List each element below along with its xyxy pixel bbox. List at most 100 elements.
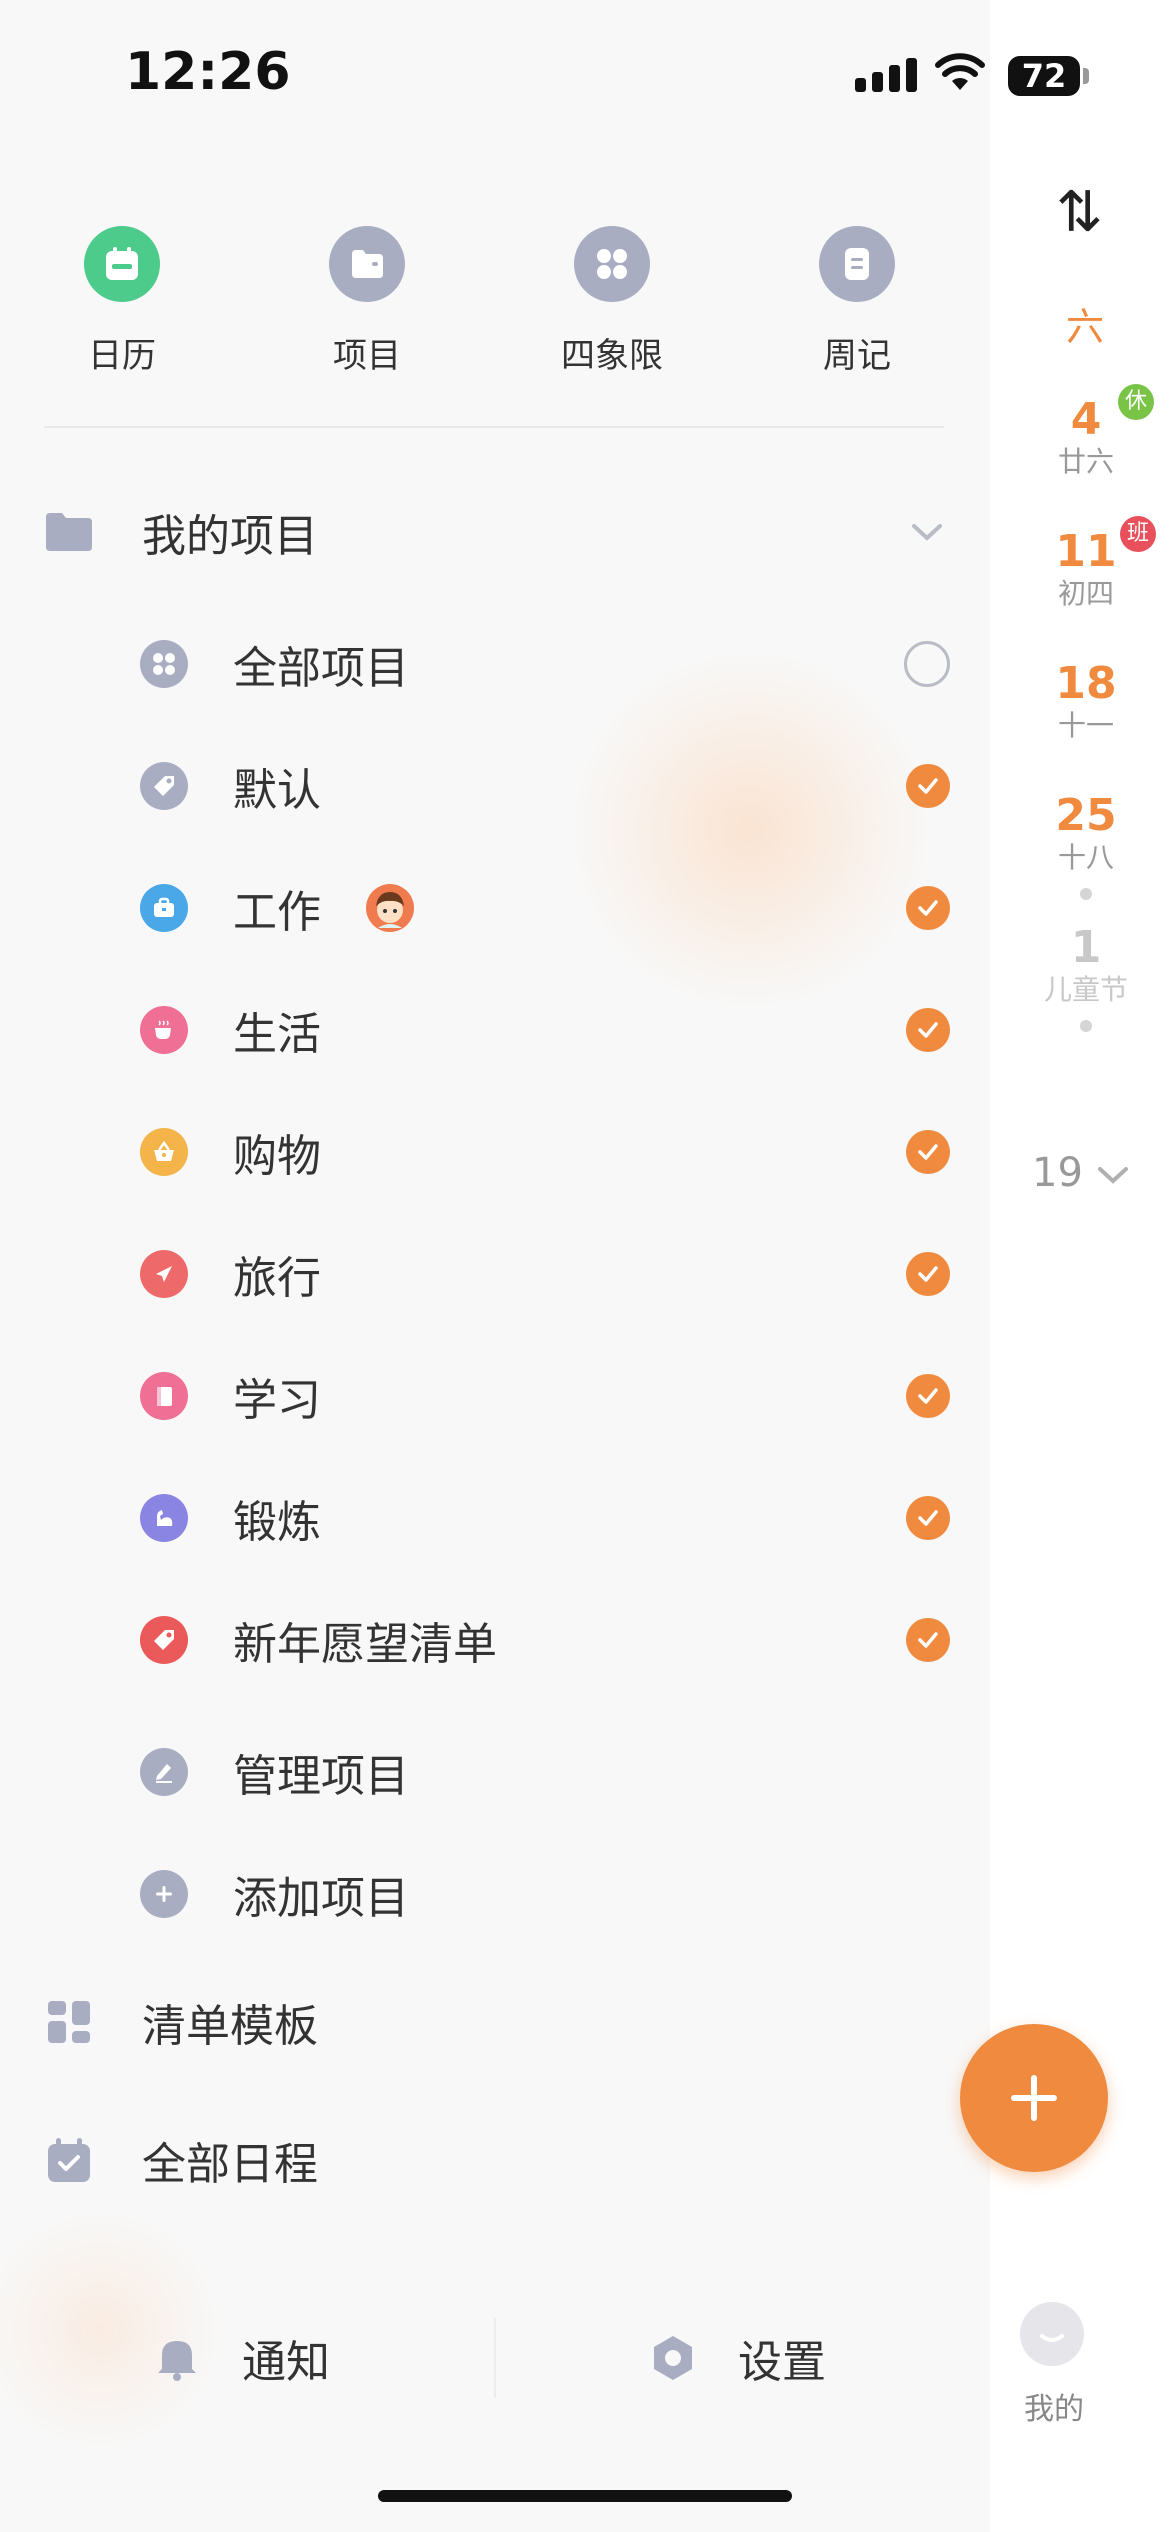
settings-label: 设置 xyxy=(738,2337,826,2388)
edit-icon xyxy=(140,1748,188,1796)
profile-label[interactable]: 我的 xyxy=(1020,2384,1088,2428)
workday-badge: 班 xyxy=(1120,516,1156,552)
project-label: 工作 xyxy=(233,887,321,938)
project-label: 学习 xyxy=(233,1375,321,1426)
folder-icon xyxy=(44,507,94,557)
shortcut-quadrant[interactable]: 四象限 xyxy=(532,226,692,377)
note-icon xyxy=(819,226,895,302)
muscle-icon xyxy=(140,1494,188,1542)
check-icon[interactable] xyxy=(906,764,950,808)
folder-icon xyxy=(329,226,405,302)
project-item-travel[interactable]: 旅行 xyxy=(140,1234,950,1314)
shortcut-calendar[interactable]: 日历 xyxy=(42,226,202,377)
day-number: 18 xyxy=(1055,658,1117,709)
calendar-check-icon xyxy=(44,2135,94,2185)
project-item-life[interactable]: 生活 xyxy=(140,990,950,1070)
project-label: 锻炼 xyxy=(233,1497,321,1548)
manage-projects-button[interactable]: 管理项目 xyxy=(140,1732,950,1812)
lunar-date: 廿六 xyxy=(1057,445,1114,478)
check-icon[interactable] xyxy=(906,1618,950,1662)
lunar-date: 初四 xyxy=(1057,577,1114,610)
template-grid-icon xyxy=(44,1997,94,2047)
wifi-icon xyxy=(935,53,985,90)
list-templates-row[interactable]: 清单模板 xyxy=(44,1982,944,2062)
divider xyxy=(494,2318,496,2398)
shortcut-projects[interactable]: 项目 xyxy=(287,226,447,377)
shortcut-label: 日历 xyxy=(88,336,156,376)
drawer-bottom-bar: 通知 设置 xyxy=(0,2318,990,2398)
chevron-down-icon[interactable] xyxy=(910,520,944,544)
gear-icon xyxy=(654,2336,692,2380)
calendar-icon xyxy=(84,226,160,302)
settings-button[interactable]: 设置 xyxy=(648,2318,826,2398)
my-projects-title: 我的项目 xyxy=(142,511,318,562)
project-item-default[interactable]: 默认 xyxy=(140,746,950,826)
holiday-badge: 休 xyxy=(1118,384,1154,420)
weekday-label: 六 xyxy=(1065,305,1104,349)
project-label: 生活 xyxy=(233,1009,321,1060)
sort-icon[interactable]: ⇅ xyxy=(1056,180,1103,245)
divider xyxy=(44,426,944,428)
calendar-day[interactable]: 1 儿童节 xyxy=(1036,922,1136,1006)
project-label: 默认 xyxy=(233,765,321,816)
project-label: 添加项目 xyxy=(233,1873,409,1924)
calendar-day[interactable]: 18 十一 xyxy=(1036,658,1136,742)
status-time: 12:26 xyxy=(125,42,291,102)
project-label: 购物 xyxy=(233,1131,321,1182)
project-item-shopping[interactable]: 购物 xyxy=(140,1112,950,1192)
list-templates-label: 清单模板 xyxy=(142,2001,318,2052)
add-button[interactable] xyxy=(960,2024,1108,2172)
notifications-label: 通知 xyxy=(242,2337,330,2388)
project-item-exercise[interactable]: 锻炼 xyxy=(140,1478,950,1558)
book-icon xyxy=(140,1372,188,1420)
check-icon[interactable] xyxy=(906,1374,950,1418)
briefcase-icon xyxy=(140,884,188,932)
event-dot xyxy=(1080,1020,1092,1032)
project-label: 全部项目 xyxy=(233,643,409,694)
all-schedule-label: 全部日程 xyxy=(142,2139,318,2190)
day-number: 25 xyxy=(1055,790,1117,841)
project-item-all[interactable]: 全部项目 xyxy=(140,624,950,704)
unchecked-circle-icon[interactable] xyxy=(904,641,950,687)
calendar-day[interactable]: 25 十八 xyxy=(1036,790,1136,874)
project-label: 新年愿望清单 xyxy=(233,1619,497,1670)
home-indicator xyxy=(378,2490,792,2502)
project-item-work[interactable]: 工作 xyxy=(140,868,950,948)
chevron-down-icon xyxy=(1097,1167,1128,1184)
quadrant-icon xyxy=(574,226,650,302)
shortcut-label: 四象限 xyxy=(561,336,663,376)
tag-icon xyxy=(140,1616,188,1664)
project-label: 旅行 xyxy=(233,1253,321,1304)
lunar-date: 十一 xyxy=(1057,709,1114,742)
week-number-selector[interactable]: 19 xyxy=(1032,1150,1130,1196)
battery-tip xyxy=(1083,68,1089,84)
grid-icon xyxy=(140,640,188,688)
week-number: 19 xyxy=(1032,1150,1083,1196)
profile-avatar[interactable] xyxy=(1020,2302,1084,2366)
my-projects-header[interactable]: 我的项目 xyxy=(44,492,944,572)
basket-icon xyxy=(140,1128,188,1176)
notifications-button[interactable]: 通知 xyxy=(152,2318,330,2398)
shortcut-weekly-note[interactable]: 周记 xyxy=(777,226,937,377)
add-project-button[interactable]: 添加项目 xyxy=(140,1854,950,1934)
check-icon[interactable] xyxy=(906,1008,950,1052)
shortcut-label: 项目 xyxy=(333,336,401,376)
plane-icon xyxy=(140,1250,188,1298)
check-icon[interactable] xyxy=(906,1496,950,1540)
bell-icon xyxy=(158,2341,196,2381)
lunar-date: 儿童节 xyxy=(1043,973,1128,1006)
check-icon[interactable] xyxy=(906,1252,950,1296)
event-dot xyxy=(1080,888,1092,900)
all-schedule-row[interactable]: 全部日程 xyxy=(44,2120,944,2200)
plus-icon xyxy=(1011,2075,1057,2121)
avatar xyxy=(366,884,414,932)
day-number: 1 xyxy=(1070,922,1102,973)
project-item-study[interactable]: 学习 xyxy=(140,1356,950,1436)
check-icon[interactable] xyxy=(906,1130,950,1174)
project-item-new-year-wishes[interactable]: 新年愿望清单 xyxy=(140,1600,950,1680)
plus-circle-icon xyxy=(140,1870,188,1918)
project-label: 管理项目 xyxy=(233,1751,409,1802)
signal-icon xyxy=(855,58,917,92)
lunar-date: 十八 xyxy=(1057,841,1114,874)
check-icon[interactable] xyxy=(906,886,950,930)
